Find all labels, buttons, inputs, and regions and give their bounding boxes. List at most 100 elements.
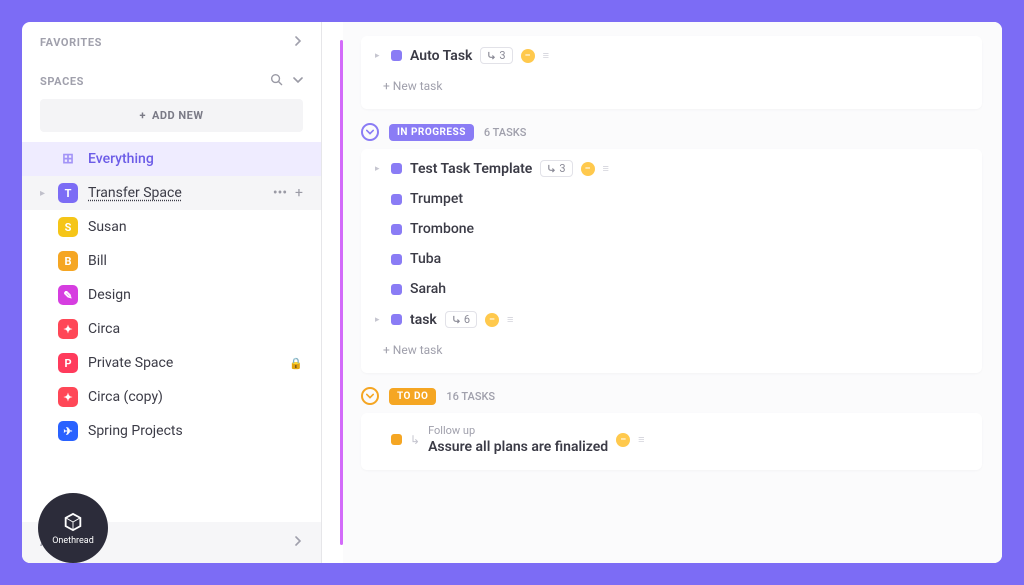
expand-icon[interactable]: ▸ — [375, 315, 383, 325]
task-count: 6 TASKS — [484, 126, 527, 139]
space-icon: T — [58, 183, 78, 203]
sidebar-item-transfer-space[interactable]: ▸TTransfer Space•••+ — [22, 176, 321, 210]
sidebar-item-bill[interactable]: ▸BBill — [22, 244, 321, 278]
status-box[interactable] — [391, 163, 402, 174]
space-label: Transfer Space — [88, 185, 263, 201]
status-box[interactable] — [391, 50, 402, 61]
task-row[interactable]: ▸ Test Task Template 3–≡ — [361, 153, 982, 184]
chevron-right-icon[interactable] — [293, 36, 303, 49]
spaces-label: SPACES — [40, 75, 84, 88]
task-row[interactable]: Trumpet — [361, 184, 982, 214]
task-row[interactable]: ▸ Auto Task 3–≡ — [361, 40, 982, 71]
task-row[interactable]: Trombone — [361, 214, 982, 244]
plus-icon[interactable]: + — [295, 185, 303, 201]
new-task-button[interactable]: + New task — [361, 335, 982, 365]
sidebar-item-private-space[interactable]: ▸PPrivate Space🔒 — [22, 346, 321, 380]
sidebar-item-everything[interactable]: ▸⊞Everything — [22, 142, 321, 176]
subtask-link-icon: ↳ — [410, 433, 420, 447]
task-row[interactable]: Tuba — [361, 244, 982, 274]
space-label: Private Space — [88, 355, 275, 371]
branch-icon — [452, 315, 461, 324]
space-label: Susan — [88, 219, 303, 235]
status-box[interactable] — [391, 434, 402, 445]
add-new-label: ADD NEW — [152, 109, 204, 122]
task-name: Auto Task — [410, 48, 472, 64]
space-icon: ✈ — [58, 421, 78, 441]
drag-handle-icon[interactable]: ≡ — [603, 162, 608, 175]
task-row[interactable]: ↳Follow upAssure all plans are finalized… — [361, 417, 982, 462]
badge-label: Onethread — [52, 536, 94, 546]
status-dot[interactable]: – — [521, 49, 535, 63]
task-name: Trumpet — [410, 191, 463, 207]
lock-icon: 🔒 — [289, 357, 303, 370]
drag-handle-icon[interactable]: ≡ — [543, 49, 548, 62]
subtask-count-pill[interactable]: 6 — [445, 311, 477, 328]
expand-icon[interactable]: ▸ — [375, 164, 383, 174]
space-icon: B — [58, 251, 78, 271]
more-icon[interactable]: ••• — [273, 185, 287, 201]
favorites-header[interactable]: FAVORITES — [22, 22, 321, 59]
group-header: TO DO 16 TASKS — [361, 379, 982, 413]
drag-handle-icon[interactable]: ≡ — [507, 313, 512, 326]
sidebar-item-circa-(copy)[interactable]: ▸✦Circa (copy) — [22, 380, 321, 414]
expand-icon[interactable]: ▸ — [375, 51, 383, 61]
task-row[interactable]: ▸ task 6–≡ — [361, 304, 982, 335]
sidebar-item-susan[interactable]: ▸SSusan — [22, 210, 321, 244]
status-box[interactable] — [391, 284, 402, 295]
sidebar-item-circa[interactable]: ▸✦Circa — [22, 312, 321, 346]
task-name: Test Task Template — [410, 161, 532, 177]
status-pill[interactable]: TO DO — [389, 388, 436, 405]
space-list: ▸⊞Everything▸TTransfer Space•••+▸SSusan▸… — [22, 142, 321, 448]
task-group: IN PROGRESS6 TASKS▸Test Task Template3–≡… — [361, 115, 982, 373]
sidebar: FAVORITES SPACES + ADD NEW ▸⊞Everything ▸… — [22, 22, 322, 563]
collapse-icon[interactable] — [361, 123, 379, 141]
space-icon: ✦ — [58, 319, 78, 339]
branch-icon — [547, 164, 556, 173]
task-name: Trombone — [410, 221, 474, 237]
space-label: Spring Projects — [88, 423, 303, 439]
task-name: Sarah — [410, 281, 446, 297]
space-label: Bill — [88, 253, 303, 269]
space-icon: P — [58, 353, 78, 373]
onethread-badge[interactable]: Onethread — [38, 493, 108, 563]
favorites-label: FAVORITES — [40, 36, 102, 49]
app-window: FAVORITES SPACES + ADD NEW ▸⊞Everything ▸… — [22, 22, 1002, 563]
status-box[interactable] — [391, 224, 402, 235]
subtask-count-pill[interactable]: 3 — [540, 160, 572, 177]
sidebar-item-spring-projects[interactable]: ▸✈Spring Projects — [22, 414, 321, 448]
collapse-icon[interactable] — [361, 387, 379, 405]
chevron-right-icon[interactable] — [293, 536, 303, 549]
search-icon[interactable] — [270, 73, 283, 89]
space-icon: ✎ — [58, 285, 78, 305]
row-actions: ••• + — [273, 185, 303, 201]
add-new-button[interactable]: + ADD NEW — [40, 99, 303, 132]
main-content: ▸Auto Task3–≡+ New taskIN PROGRESS6 TASK… — [343, 22, 1002, 563]
status-box[interactable] — [391, 254, 402, 265]
task-list: ↳Follow upAssure all plans are finalized… — [361, 413, 982, 470]
chevron-down-icon[interactable] — [293, 75, 303, 88]
task-name: task — [410, 312, 437, 328]
space-label: Circa — [88, 321, 303, 337]
new-task-button[interactable]: + New task — [361, 71, 982, 101]
group-header: IN PROGRESS 6 TASKS — [361, 115, 982, 149]
space-label: Design — [88, 287, 303, 303]
task-list: ▸ Auto Task 3–≡ + New task — [361, 36, 982, 109]
subtask-count-pill[interactable]: 3 — [480, 47, 512, 64]
status-box[interactable] — [391, 194, 402, 205]
plus-icon: + — [140, 109, 147, 122]
task-row[interactable]: Sarah — [361, 274, 982, 304]
task-group: TO DO16 TASKS↳Follow upAssure all plans … — [361, 379, 982, 470]
status-pill[interactable]: IN PROGRESS — [389, 124, 474, 141]
status-dot[interactable]: – — [581, 162, 595, 176]
task-list: ▸Test Task Template3–≡TrumpetTromboneTub… — [361, 149, 982, 373]
status-dot[interactable]: – — [616, 433, 630, 447]
space-icon: ⊞ — [58, 149, 78, 169]
drag-handle-icon[interactable]: ≡ — [638, 433, 643, 446]
parent-task-label: Follow up — [428, 424, 608, 437]
task-name: Tuba — [410, 251, 441, 267]
status-box[interactable] — [391, 314, 402, 325]
sidebar-item-design[interactable]: ▸✎Design — [22, 278, 321, 312]
status-dot[interactable]: – — [485, 313, 499, 327]
task-count: 16 TASKS — [446, 390, 495, 403]
branch-icon — [487, 51, 496, 60]
